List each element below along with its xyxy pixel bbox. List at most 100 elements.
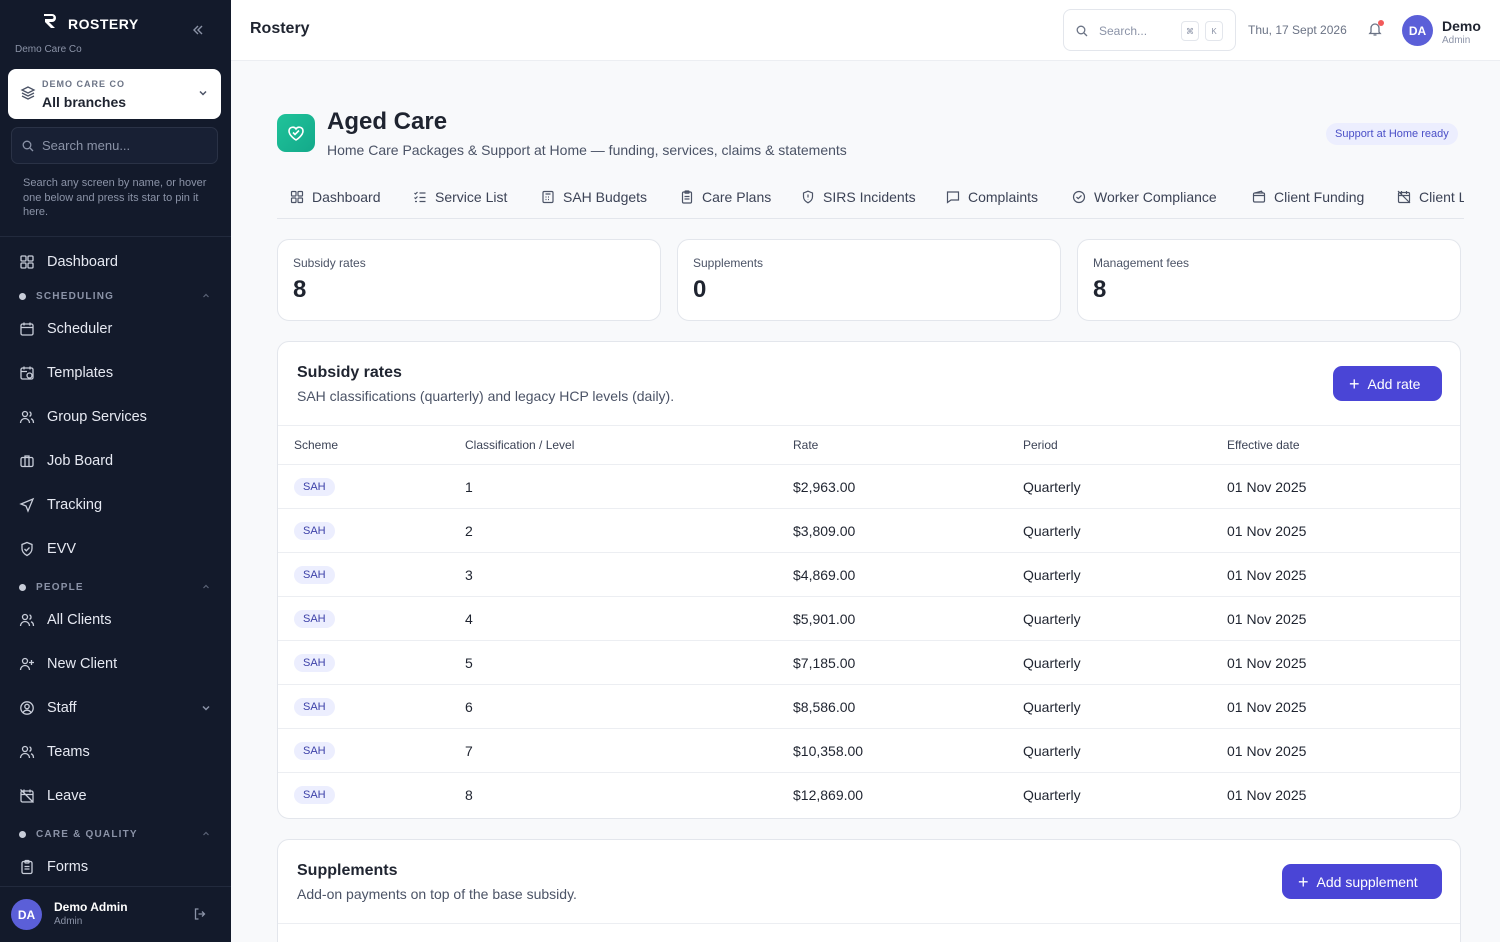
table-row[interactable]: SAH 6 $8,586.00 Quarterly 01 Nov 2025 <box>278 684 1460 728</box>
tab-worker-compliance[interactable]: Worker Compliance <box>1072 189 1217 205</box>
section-people[interactable]: PEOPLE <box>19 582 211 593</box>
tab-care-plans[interactable]: Care Plans <box>680 189 771 205</box>
period-cell: Quarterly <box>1023 523 1081 539</box>
date-cell: 01 Nov 2025 <box>1227 567 1307 583</box>
tab-sah-budgets[interactable]: SAH Budgets <box>541 189 647 205</box>
list-check-icon <box>414 191 426 203</box>
tab-complaints[interactable]: Complaints <box>946 189 1038 205</box>
scheme-badge: SAH <box>294 566 335 584</box>
chevron-up-icon <box>203 293 209 298</box>
user-circle-icon <box>20 701 34 715</box>
rate-cell: $5,901.00 <box>793 611 856 627</box>
calendar-icon <box>20 322 34 336</box>
section-scheduling[interactable]: SCHEDULING <box>19 291 211 302</box>
sidebar-item-job-board[interactable]: Job Board <box>19 449 214 473</box>
rate-cell: $12,869.00 <box>793 787 864 803</box>
logout-icon[interactable] <box>193 907 207 921</box>
subsidy-rates-panel: Subsidy rates SAH classifications (quart… <box>277 341 1461 819</box>
level-cell: 4 <box>465 611 473 627</box>
tab-client-l[interactable]: Client L <box>1397 189 1464 205</box>
stat-value: 8 <box>1093 276 1107 303</box>
add-supplement-button[interactable]: + Add supplement <box>1282 864 1442 899</box>
section-label: SCHEDULING <box>36 291 115 302</box>
clipboard-icon <box>21 859 33 875</box>
tab-client-funding[interactable]: Client Funding <box>1252 189 1364 205</box>
period-cell: Quarterly <box>1023 787 1081 803</box>
sidebar-item-all-clients[interactable]: All Clients <box>19 608 214 632</box>
menu-search[interactable] <box>11 127 218 164</box>
status-badge: Support at Home ready <box>1326 123 1458 145</box>
table-row[interactable]: SAH 3 $4,869.00 Quarterly 01 Nov 2025 <box>278 552 1460 596</box>
heart-handshake-icon <box>277 114 315 152</box>
period-cell: Quarterly <box>1023 479 1081 495</box>
rate-cell: $7,185.00 <box>793 655 856 671</box>
app-title: Rostery <box>250 20 310 37</box>
sidebar-item-label: Dashboard <box>47 254 118 270</box>
level-cell: 6 <box>465 699 473 715</box>
briefcase-icon <box>20 455 34 468</box>
tab-sirs-incidents[interactable]: SIRS Incidents <box>801 189 916 205</box>
sidebar-item-forms[interactable]: Forms <box>19 855 214 879</box>
tab-service-list[interactable]: Service List <box>413 189 507 205</box>
current-date: Thu, 17 Sept 2026 <box>1248 23 1347 37</box>
date-cell: 01 Nov 2025 <box>1227 479 1307 495</box>
sidebar-item-group-services[interactable]: Group Services <box>19 405 214 429</box>
brand-name: ROSTERY <box>68 15 139 32</box>
scheme-badge: SAH <box>294 478 335 496</box>
sidebar-item-leave[interactable]: Leave <box>19 784 214 808</box>
table-row[interactable]: SAH 7 $10,358.00 Quarterly 01 Nov 2025 <box>278 728 1460 772</box>
tab-label: Client L <box>1419 189 1464 205</box>
branch-selector[interactable]: DEMO CARE CO All branches <box>8 69 221 119</box>
tab-label: SIRS Incidents <box>823 189 916 205</box>
user-name[interactable]: Demo <box>1442 18 1481 34</box>
sidebar-item-new-client[interactable]: New Client <box>19 652 214 676</box>
module-tabs: Dashboard Service List SAH Budgets Care … <box>277 178 1464 219</box>
table-row[interactable]: SAH 4 $5,901.00 Quarterly 01 Nov 2025 <box>278 596 1460 640</box>
period-cell: Quarterly <box>1023 699 1081 715</box>
avatar[interactable]: DA <box>1402 15 1433 46</box>
level-cell: 2 <box>465 523 473 539</box>
plus-icon: + <box>1298 871 1309 892</box>
column-header[interactable]: Classification / Level <box>465 438 574 452</box>
level-cell: 3 <box>465 567 473 583</box>
add-rate-button[interactable]: + Add rate <box>1333 366 1442 401</box>
branch-name: All branches <box>42 94 127 110</box>
avatar[interactable]: DA <box>11 899 42 930</box>
rate-cell: $8,586.00 <box>793 699 856 715</box>
sidebar-item-dashboard[interactable]: Dashboard <box>19 250 214 274</box>
scheme-badge: SAH <box>294 742 335 760</box>
rate-cell: $2,963.00 <box>793 479 856 495</box>
scheme-badge: SAH <box>294 654 335 672</box>
sidebar-item-label: Tracking <box>47 497 103 513</box>
calendar-off-icon <box>1397 190 1411 204</box>
stat-card-supplements: Supplements 0 <box>677 239 1061 321</box>
menu-search-input[interactable] <box>42 128 212 163</box>
grid-icon <box>20 255 34 269</box>
sidebar-item-scheduler[interactable]: Scheduler <box>19 317 214 341</box>
sidebar-item-evv[interactable]: EVV <box>19 537 214 561</box>
section-care-quality[interactable]: CARE & QUALITY <box>19 829 211 840</box>
section-label: CARE & QUALITY <box>36 829 138 840</box>
section-label: PEOPLE <box>36 582 84 593</box>
sidebar-item-staff[interactable]: Staff <box>19 696 214 720</box>
date-cell: 01 Nov 2025 <box>1227 787 1307 803</box>
column-header[interactable]: Period <box>1023 438 1058 452</box>
column-header[interactable]: Scheme <box>294 438 338 452</box>
column-header[interactable]: Effective date <box>1227 438 1300 452</box>
level-cell: 5 <box>465 655 473 671</box>
table-row[interactable]: SAH 5 $7,185.00 Quarterly 01 Nov 2025 <box>278 640 1460 684</box>
topbar: Rostery Search... ⌘ K Thu, 17 Sept 2026 … <box>231 0 1500 61</box>
sidebar-item-templates[interactable]: Templates <box>19 361 214 385</box>
table-row[interactable]: SAH 2 $3,809.00 Quarterly 01 Nov 2025 <box>278 508 1460 552</box>
global-search[interactable]: Search... ⌘ K <box>1063 9 1236 51</box>
column-header[interactable]: Rate <box>793 438 818 452</box>
table-row[interactable]: SAH 1 $2,963.00 Quarterly 01 Nov 2025 <box>278 464 1460 508</box>
sidebar-item-tracking[interactable]: Tracking <box>19 493 214 517</box>
sidebar-item-teams[interactable]: Teams <box>19 740 214 764</box>
brand[interactable]: ROSTERY <box>40 12 139 35</box>
table-row[interactable]: SAH 8 $12,869.00 Quarterly 01 Nov 2025 <box>278 772 1460 816</box>
collapse-sidebar-icon[interactable] <box>188 20 208 40</box>
scheme-badge: SAH <box>294 786 335 804</box>
chevron-up-icon <box>203 831 209 836</box>
tab-dashboard[interactable]: Dashboard <box>290 189 381 205</box>
